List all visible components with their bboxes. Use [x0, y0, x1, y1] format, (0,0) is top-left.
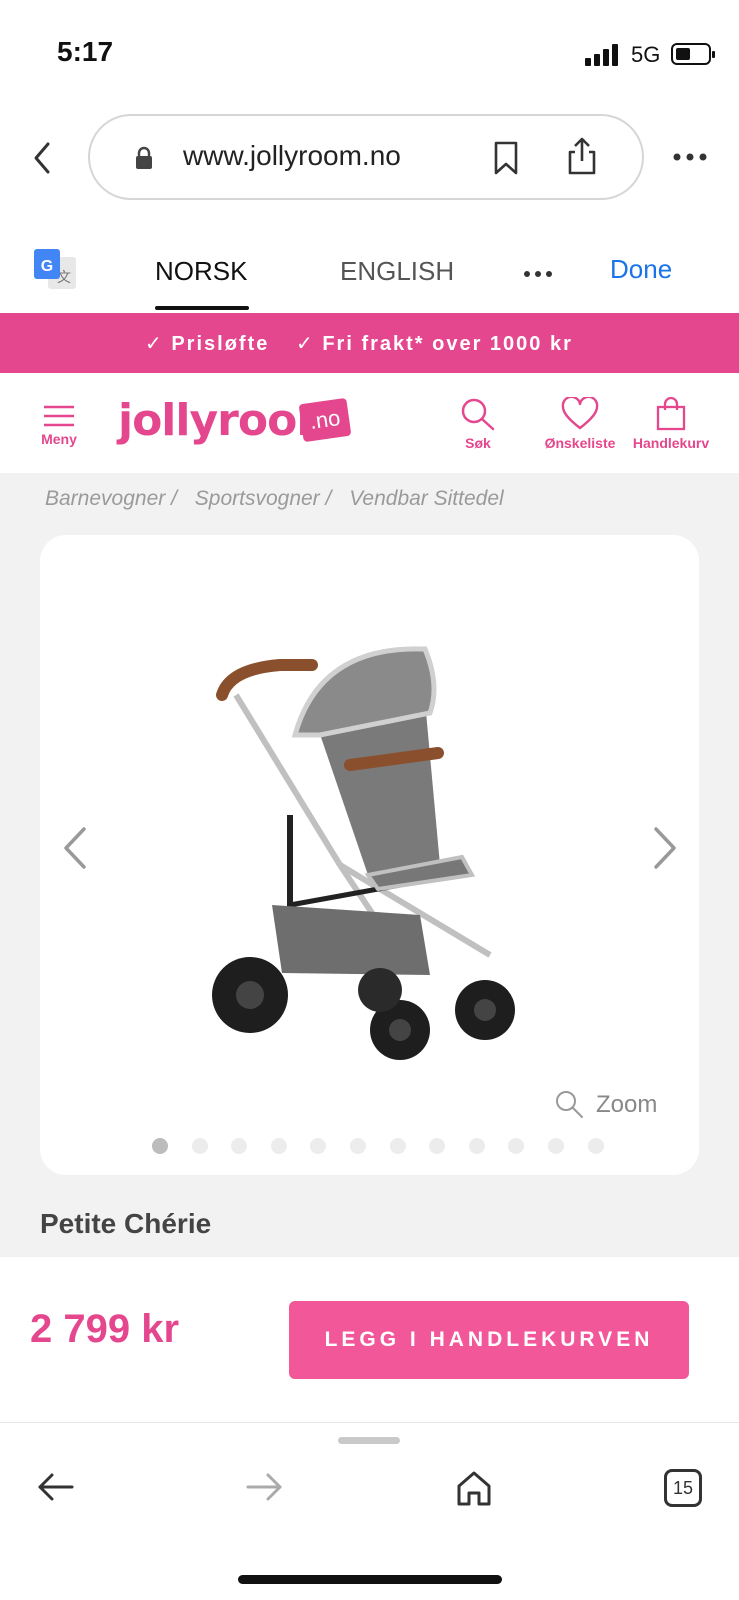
active-tab-indicator [155, 306, 249, 310]
gallery-pagination [152, 1138, 604, 1158]
url-row: www.jollyroom.no [0, 100, 739, 220]
search-icon [461, 398, 495, 431]
gallery-dot[interactable] [508, 1138, 525, 1154]
cart-button[interactable]: Handlekurv [626, 397, 716, 451]
site-header: Meny jollyroom .no Søk Ønskeliste Handle… [0, 373, 739, 473]
status-bar: 5:17 5G [0, 0, 739, 100]
promo-item: ✓ Fri frakt* over 1000 kr [296, 333, 573, 355]
tabs-count-button[interactable]: 15 [664, 1469, 702, 1507]
home-indicator [238, 1575, 502, 1584]
tab-norsk[interactable]: NORSK [155, 256, 247, 287]
cart-label: Handlekurv [632, 435, 710, 451]
promo-item-label: Fri frakt* over 1000 kr [322, 333, 573, 355]
svg-text:G: G [41, 258, 53, 275]
breadcrumb-item[interactable]: Sportsvogner / [195, 487, 332, 510]
tab-english[interactable]: ENGLISH [340, 256, 454, 287]
done-button[interactable]: Done [610, 254, 672, 285]
share-icon[interactable] [565, 136, 599, 176]
zoom-icon [556, 1091, 583, 1118]
gallery-next-arrow-icon[interactable] [650, 825, 680, 871]
gallery-dot[interactable] [310, 1138, 327, 1154]
lock-icon [136, 146, 152, 169]
promo-item: ✓ Prisløfte [145, 333, 270, 355]
promo-item-label: Prisløfte [171, 333, 270, 355]
stroller-product-image[interactable] [200, 625, 520, 1085]
battery-icon [671, 43, 715, 65]
product-title: Petite Chérie [40, 1208, 212, 1239]
breadcrumb-item[interactable]: Vendbar Sittedel [349, 487, 504, 510]
home-icon[interactable] [455, 1469, 493, 1507]
breadcrumb-item[interactable]: Barnevogner / [45, 487, 177, 510]
translate-more-icon[interactable] [523, 270, 553, 278]
gallery-dot[interactable] [350, 1138, 366, 1154]
promo-bar: ✓ Prisløfte ✓ Fri frakt* over 1000 kr [0, 313, 739, 373]
search-button[interactable]: Søk [455, 397, 501, 451]
address-bar[interactable]: www.jollyroom.no [88, 114, 644, 200]
gallery-dot[interactable] [270, 1138, 287, 1154]
toolbar-grabber[interactable] [338, 1437, 400, 1444]
gallery-dot[interactable] [587, 1138, 604, 1154]
menu-label: Meny [41, 431, 77, 447]
signal-icon [585, 44, 621, 66]
heart-icon [561, 397, 599, 430]
shopping-bag-icon [656, 397, 686, 431]
gallery-dot[interactable] [548, 1138, 564, 1154]
product-gallery: Zoom [40, 535, 699, 1175]
gallery-prev-arrow-icon[interactable] [60, 825, 90, 871]
translate-bar: 文 G NORSK ENGLISH Done [0, 232, 739, 312]
gallery-dot[interactable] [468, 1138, 485, 1154]
logo-badge: .no [298, 397, 352, 443]
buy-bar: 2 799 kr LEGG I HANDLEKURVEN [0, 1257, 739, 1422]
forward-arrow-icon[interactable] [244, 1469, 284, 1505]
status-time: 5:17 [57, 36, 114, 67]
wishlist-button[interactable]: Ønskeliste [530, 397, 630, 451]
product-content: Barnevogner / Sportsvogner / Vendbar Sit… [0, 473, 739, 1257]
back-arrow-icon[interactable] [36, 1469, 76, 1505]
menu-button[interactable]: Meny [34, 405, 84, 447]
back-chevron-icon[interactable] [28, 138, 58, 178]
wishlist-label: Ønskeliste [544, 435, 616, 451]
search-label: Søk [465, 435, 491, 451]
gallery-dot[interactable] [389, 1138, 406, 1154]
breadcrumb: Barnevogner / Sportsvogner / Vendbar Sit… [45, 487, 516, 511]
gallery-dot[interactable] [152, 1138, 168, 1154]
google-translate-icon: 文 G [34, 249, 76, 289]
gallery-dot[interactable] [429, 1138, 446, 1154]
bookmark-icon[interactable] [492, 140, 520, 176]
network-label: 5G [631, 42, 661, 67]
more-options-icon[interactable] [672, 152, 708, 162]
browser-toolbar: 15 [0, 1422, 739, 1600]
zoom-label: Zoom [596, 1091, 658, 1118]
gallery-dot[interactable] [231, 1138, 248, 1154]
hamburger-icon [44, 405, 74, 427]
product-price: 2 799 kr [30, 1307, 180, 1351]
gallery-dot[interactable] [191, 1138, 208, 1154]
url-text: www.jollyroom.no [183, 140, 401, 171]
add-to-cart-button[interactable]: LEGG I HANDLEKURVEN [289, 1301, 689, 1379]
